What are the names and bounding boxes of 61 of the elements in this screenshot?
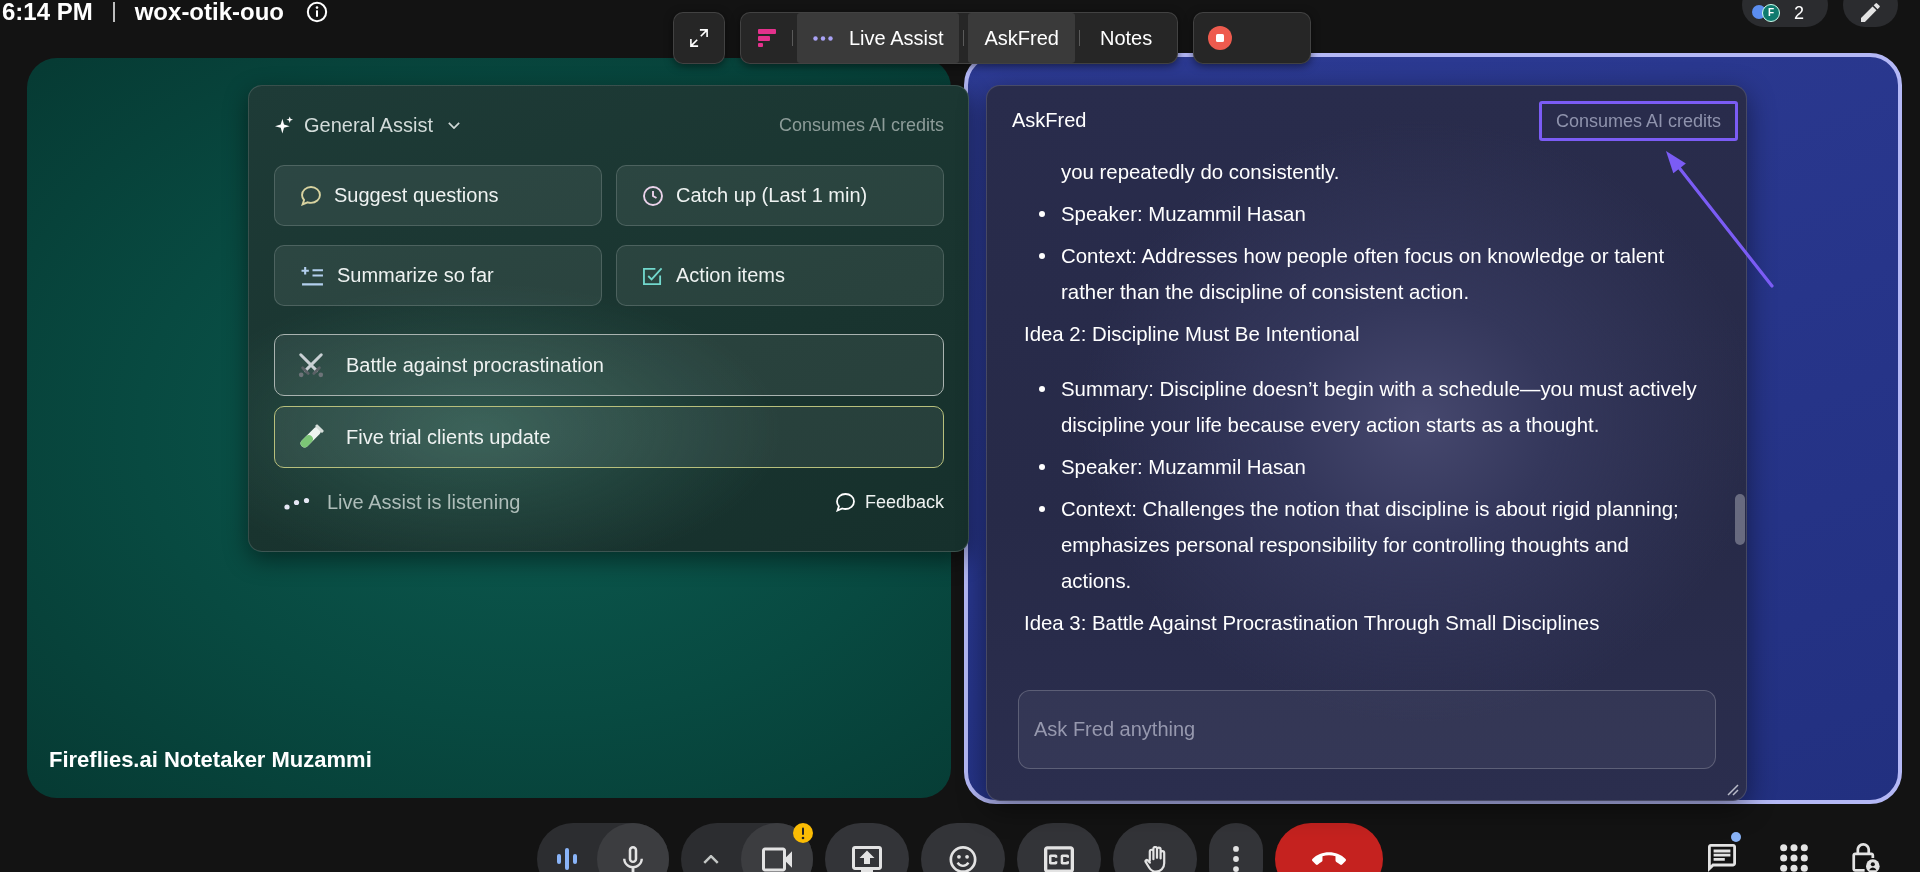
emoji-icon [948, 845, 978, 872]
record-button[interactable] [1193, 12, 1312, 64]
chevron-up-icon [703, 854, 719, 864]
bullet-text: Context: Addresses how people often focus on knowledge or talent rather than the discipline of consistent action. [1061, 244, 1666, 305]
info-icon[interactable] [306, 1, 328, 23]
present-screen-icon [852, 845, 882, 872]
panel-title: AskFred [1012, 109, 1087, 132]
action-button[interactable]: Action items [616, 245, 944, 306]
listening-status: Live Assist is listening [327, 490, 521, 514]
topic-button[interactable]: Five trial clients update [274, 406, 944, 468]
pencil-icon [1861, 3, 1880, 22]
action-button[interactable]: Summarize so far [274, 245, 602, 306]
scrollbar[interactable] [1735, 494, 1745, 545]
toolbar-tab[interactable]: Notes [1083, 13, 1169, 63]
participants-button[interactable]: F 2 [1742, 0, 1828, 27]
expand-button[interactable] [673, 12, 725, 64]
chat-icon [1708, 843, 1736, 872]
user-avatar: F [1762, 4, 1780, 22]
feedback-button[interactable]: Feedback [835, 491, 944, 513]
section-heading: Idea 3: Battle Against Procrastination Through Small Disciplines [1024, 611, 1601, 636]
action-button[interactable]: Suggest questions [274, 165, 602, 226]
participant-name: Fireflies.ai Notetaker Muzammi [49, 748, 372, 772]
captions-icon [1044, 845, 1074, 872]
apps-grid-icon [1780, 843, 1808, 872]
crossed-swords-icon [297, 351, 325, 379]
chevron-down-icon [447, 121, 460, 129]
bullet-text: Speaker: Muzammil Hasan [1061, 455, 1307, 480]
meeting-code: wox-otik-ouo [134, 0, 284, 24]
more-vert-icon [1233, 846, 1239, 872]
expand-icon [690, 29, 708, 47]
bullet-icon [1039, 464, 1045, 470]
bullet-icon [1039, 253, 1045, 259]
credits-note: Consumes AI credits [778, 114, 944, 136]
resize-grip-icon[interactable] [1727, 784, 1739, 796]
checkbox-icon [643, 265, 663, 286]
toolbar-tab[interactable]: AskFred [968, 13, 1075, 63]
bullet-icon [1039, 506, 1045, 512]
bullet-icon [1039, 211, 1045, 217]
dots-icon [813, 35, 833, 41]
list-plus-icon [301, 265, 324, 286]
chat-bubble-icon [301, 185, 321, 206]
bullet-text: Summary: Discipline doesn’t begin with a schedule—you must actively discipline your life because every action starts as a thought. [1061, 377, 1698, 438]
clock-icon [643, 185, 663, 206]
sparkle-icon [275, 116, 293, 134]
bullet-icon [1039, 386, 1045, 392]
logo-icon [758, 29, 776, 47]
bullet-text: Speaker: Muzammil Hasan [1061, 202, 1307, 227]
camera-icon [762, 845, 792, 872]
credits-note: Consumes AI credits [1555, 109, 1721, 132]
meeting-time: 6:14 PM [2, 0, 93, 24]
topic-button[interactable]: Battle against procrastination [274, 334, 944, 396]
bullet-text: Context: Challenges the notion that discipline is about rigid planning; emphasizes personal responsibility for controlling thoughts and actions. [1061, 497, 1680, 594]
chat-bubble-icon [835, 492, 855, 512]
toolbar-tab[interactable]: Live Assist [797, 13, 960, 63]
stop-icon [1208, 26, 1233, 50]
phone-hang-up-icon [1312, 852, 1346, 866]
action-button[interactable]: Catch up (Last 1 min) [616, 165, 944, 226]
bullet-text: you repeatedly do consistently. [1061, 160, 1341, 185]
audio-level-icon [556, 845, 578, 872]
mode-dropdown[interactable]: General Assist [274, 113, 460, 137]
section-heading: Idea 2: Discipline Must Be Intentional [1024, 322, 1361, 347]
